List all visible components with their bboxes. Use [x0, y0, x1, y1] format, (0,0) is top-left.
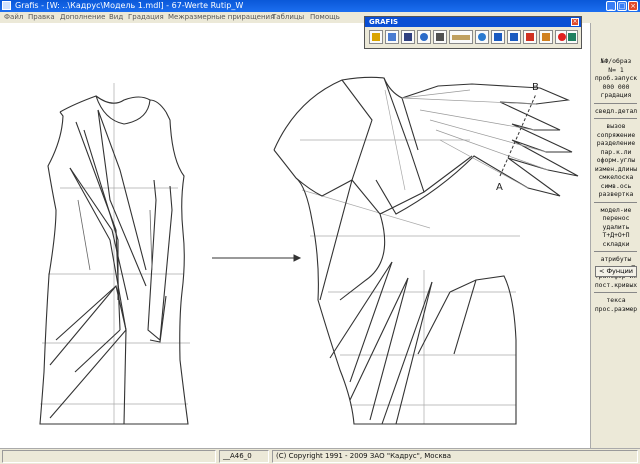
tool-layers-button[interactable]: [433, 30, 447, 44]
tool-ruler-button[interactable]: [449, 30, 473, 44]
app-icon: [2, 1, 11, 10]
function-item[interactable]: перенос: [591, 214, 640, 223]
menu-edit[interactable]: Правка: [28, 12, 55, 23]
function-item[interactable]: №Ф/образ: [591, 57, 640, 66]
function-item[interactable]: текса: [591, 296, 640, 305]
function-item[interactable]: пост.кривых: [591, 281, 640, 290]
tool-grading-z-button[interactable]: [507, 30, 521, 44]
arrow-down-alt-icon: [542, 33, 550, 41]
function-separator: [594, 118, 637, 119]
function-item[interactable]: прос.размер: [591, 305, 640, 314]
grafis-close-button[interactable]: ×: [571, 18, 579, 26]
function-item[interactable]: сопряжение: [591, 131, 640, 140]
status-bar: __A46_0 (C) Copyright 1991 - 2009 ЗАО "К…: [0, 448, 640, 464]
menu-increments[interactable]: Межразмерные приращения: [168, 12, 274, 23]
layers-icon: [436, 33, 444, 41]
grafis-toolbar-titlebar[interactable]: GRAFIS ×: [365, 17, 581, 27]
status-cell-left: [2, 450, 216, 463]
transform-arrow: [212, 254, 302, 262]
grading-z-icon: [510, 33, 518, 41]
minimize-button[interactable]: _: [606, 1, 616, 11]
title-bar: Grafis - [W: ..\Кадрус\Модель 1.mdl] - 6…: [0, 0, 640, 12]
menu-addition[interactable]: Дополнение: [60, 12, 105, 23]
tool-grading-x-button[interactable]: [491, 30, 505, 44]
function-item[interactable]: смкелоска: [591, 173, 640, 182]
open-folder-icon: [372, 33, 380, 41]
tool-search-button[interactable]: [417, 30, 431, 44]
functions-button[interactable]: < Фунции: [595, 266, 637, 277]
function-separator: [594, 292, 637, 293]
edit-folder-icon: [388, 33, 396, 41]
function-item[interactable]: измен.длины: [591, 165, 640, 174]
tool-globe-button[interactable]: [475, 30, 489, 44]
function-item[interactable]: Т+Д+О+П: [591, 231, 640, 240]
function-item[interactable]: атрибуты: [591, 255, 640, 264]
menu-view[interactable]: Вид: [109, 12, 123, 23]
menu-help[interactable]: Помощь: [310, 12, 340, 23]
globe-icon: [478, 33, 486, 41]
point-b-label: B: [532, 82, 539, 93]
grading-x-icon: [494, 33, 502, 41]
function-item[interactable]: складки: [591, 240, 640, 249]
menu-tables[interactable]: Таблицы: [272, 12, 304, 23]
tool-arrow-down-alt-button[interactable]: [539, 30, 553, 44]
exit-icon: [568, 33, 576, 41]
status-code: __A46_0: [219, 450, 269, 463]
function-item[interactable]: симв.ось: [591, 182, 640, 191]
function-panel: №Ф/образ N= 1 проб.запуск 000 000 градация св…: [590, 23, 640, 448]
tool-arrow-down-button[interactable]: [523, 30, 537, 44]
pattern-drawing: A B: [39, 76, 579, 425]
close-button[interactable]: ×: [628, 1, 638, 11]
dress-transformed-pattern: [273, 76, 579, 425]
function-item[interactable]: сведл.детал: [591, 107, 640, 116]
tool-exit-button[interactable]: [566, 30, 578, 44]
function-item[interactable]: градация: [591, 91, 640, 100]
menu-file[interactable]: Файл: [4, 12, 23, 23]
status-copyright: (C) Copyright 1991 - 2009 ЗАО "Кадрус", …: [272, 450, 638, 463]
tool-save-button[interactable]: [401, 30, 415, 44]
grafis-toolbar-window[interactable]: GRAFIS ×: [364, 16, 582, 49]
window-title: Grafis - [W: ..\Кадрус\Модель 1.mdl] - 6…: [15, 1, 244, 10]
tool-edit-button[interactable]: [385, 30, 399, 44]
function-item[interactable]: разделение: [591, 139, 640, 148]
function-separator: [594, 201, 637, 203]
function-item[interactable]: N= 1: [591, 66, 640, 75]
function-item[interactable]: проб.запуск: [591, 74, 640, 83]
point-a-label: A: [496, 182, 503, 193]
function-item[interactable]: модел-ие: [591, 206, 640, 215]
function-item[interactable]: оформ.углы: [591, 156, 640, 165]
function-separator: [594, 102, 637, 104]
function-item[interactable]: 000 000: [591, 83, 640, 92]
drawing-canvas[interactable]: A B GRAFIS ×: [0, 16, 590, 448]
arrow-down-icon: [526, 33, 534, 41]
function-item[interactable]: вызов: [591, 122, 640, 131]
menu-grading[interactable]: Градация: [128, 12, 164, 23]
ruler-icon: [452, 35, 470, 40]
save-disk-icon: [404, 33, 412, 41]
function-item[interactable]: пар.к.ли: [591, 148, 640, 157]
tool-open-button[interactable]: [369, 30, 383, 44]
maximize-button[interactable]: □: [617, 1, 627, 11]
function-item[interactable]: удалить: [591, 223, 640, 232]
function-item[interactable]: развертка: [591, 190, 640, 199]
function-separator: [594, 251, 637, 252]
stop-icon: [558, 33, 566, 41]
search-icon: [420, 33, 428, 41]
grafis-toolbar-title: GRAFIS: [369, 18, 398, 26]
